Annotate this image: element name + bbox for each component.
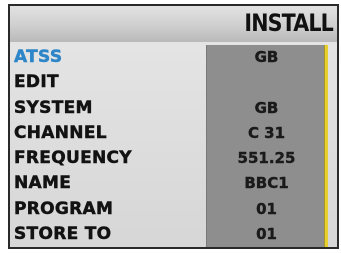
row-label-store-to: STORE TO [14,224,112,245]
menu-row-store-to[interactable]: STORE TO 01 [10,222,337,246]
row-value-store-to: 01 [256,225,277,243]
menu-header: INSTALL [10,6,337,44]
menu-row-channel[interactable]: CHANNEL C 31 [10,121,337,145]
menu-body: ATSS GB EDIT SYSTEM GB CHANNEL C 31 FREQ… [10,42,337,247]
menu-row-edit[interactable]: EDIT [10,70,337,94]
row-value-program: 01 [256,200,277,218]
row-label-system: SYSTEM [14,98,93,119]
menu-title: INSTALL [244,9,333,37]
menu-row-system[interactable]: SYSTEM GB [10,96,337,120]
menu-row-name[interactable]: NAME BBC1 [10,171,337,195]
row-label-edit: EDIT [14,72,59,93]
row-label-name: NAME [14,173,72,194]
menu-row-atss[interactable]: ATSS GB [10,45,337,69]
row-value-channel: C 31 [247,124,286,142]
row-value-frequency: 551.25 [237,149,296,167]
row-value-system: GB [254,99,279,117]
row-label-channel: CHANNEL [14,123,107,144]
menu-row-frequency[interactable]: FREQUENCY 551.25 [10,146,337,170]
row-value-name: BBC1 [244,174,289,192]
row-label-frequency: FREQUENCY [14,148,132,169]
row-label-atss: ATSS [14,47,63,68]
row-value-atss: GB [254,48,279,66]
menu-row-program[interactable]: PROGRAM 01 [10,197,337,221]
row-label-program: PROGRAM [14,199,114,220]
install-menu: INSTALL ATSS GB EDIT SYSTEM GB CHANNEL C… [8,4,339,249]
